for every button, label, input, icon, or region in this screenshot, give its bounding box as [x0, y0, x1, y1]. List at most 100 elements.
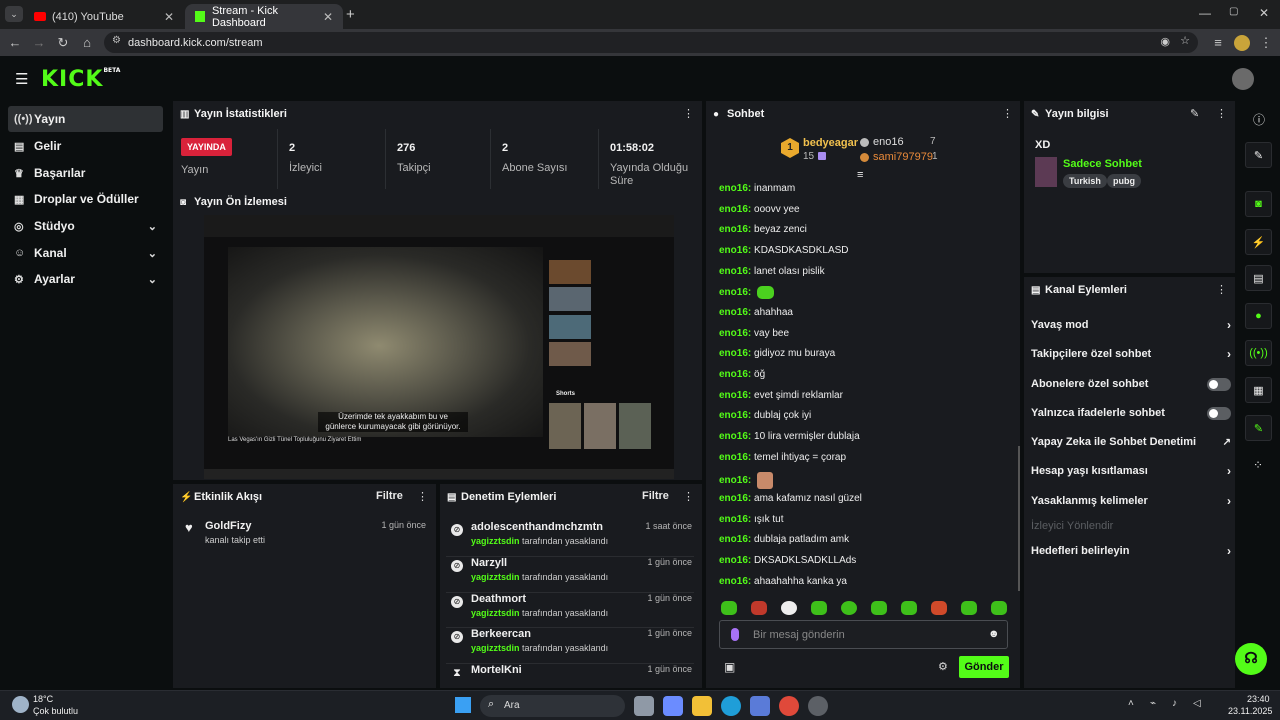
filter-button[interactable]: Filtre [376, 490, 403, 502]
sidebar-item-basarilar[interactable]: ♛ Başarılar [8, 160, 163, 186]
edge-icon[interactable] [721, 696, 741, 716]
support-chat-button[interactable]: ☊ [1235, 643, 1267, 675]
collapse-leaderboard-icon[interactable]: ≡ [857, 169, 863, 181]
eye-off-icon[interactable]: ◉ [1160, 35, 1170, 48]
user-avatar[interactable] [1232, 68, 1254, 90]
back-icon[interactable]: ← [7, 35, 23, 51]
edit-icon[interactable]: ✎ [1190, 107, 1199, 120]
sidebar-item-droplar[interactable]: ▦ Droplar ve Ödüller [8, 186, 163, 212]
network-icon[interactable]: ⌁ [1150, 698, 1156, 709]
emote-icon[interactable] [871, 601, 887, 615]
tab-search-button[interactable]: ⌄ [5, 6, 23, 22]
chat-message[interactable]: eno16: dublaj çok iyi [719, 410, 811, 421]
microphone-icon[interactable]: ♪ [1172, 698, 1177, 709]
task-view-icon[interactable] [634, 696, 654, 716]
chat-message[interactable]: eno16: 10 lira vermişler dublaja [719, 431, 860, 442]
chat-user[interactable]: eno16 [719, 348, 748, 359]
tab-youtube[interactable]: (410) YouTube ✕ [24, 4, 184, 29]
chat-user[interactable]: eno16 [719, 307, 748, 318]
kick-logo[interactable]: KICKBETA [41, 67, 120, 92]
chat-message[interactable]: eno16: ışık tut [719, 514, 783, 525]
browser-menu-icon[interactable]: ⋮ [1258, 35, 1274, 51]
close-icon[interactable]: ✕ [164, 10, 174, 24]
sidebar-item-gelir[interactable]: ▤ Gelir [8, 133, 163, 159]
chat-settings-icon[interactable]: ⚙ [938, 660, 948, 673]
chat-user[interactable]: eno16 [719, 514, 748, 525]
maximize-icon[interactable]: ▢ [1229, 6, 1238, 17]
reload-icon[interactable]: ↻ [55, 35, 71, 51]
chat-message[interactable]: eno16: gidiyoz mu buraya [719, 348, 835, 359]
chat-user[interactable]: eno16 [719, 576, 748, 587]
action-emotes-only[interactable]: Yalnızca ifadelerle sohbet [1031, 404, 1231, 422]
chrome-icon[interactable] [779, 696, 799, 716]
chat-bubble-icon[interactable]: ● [1245, 303, 1272, 329]
store-icon[interactable]: ▣ [724, 660, 735, 674]
clock-time[interactable]: 23:40 [1247, 694, 1270, 704]
chat-message[interactable]: eno16: inanmam [719, 183, 795, 194]
wrench-icon[interactable]: ✎ [1245, 415, 1272, 441]
sidebar-item-ayarlar[interactable]: ⚙ Ayarlar ⌄ [8, 266, 163, 292]
minimize-icon[interactable]: — [1199, 6, 1211, 20]
moderation-row[interactable]: ⊘ Narzyll 1 gün önce yagizztsdin tarafın… [446, 556, 694, 590]
emote-icon[interactable] [781, 601, 797, 615]
chat-message[interactable]: eno16: ama kafamız nasıl güzel [719, 493, 862, 504]
moderation-row[interactable]: ⊘ adolescenthandmchzmtn 1 saat önce yagi… [446, 521, 694, 555]
bolt-icon[interactable]: ⚡ [1245, 229, 1272, 255]
document-icon[interactable]: ▤ [1245, 265, 1272, 291]
app-icon[interactable] [808, 696, 828, 716]
chat-message[interactable]: eno16: DKSADKLSADKLLAds [719, 555, 856, 566]
profile-avatar[interactable] [1234, 35, 1250, 51]
action-followers-only[interactable]: Takipçilere özel sohbet › [1031, 345, 1231, 363]
action-slow-mode[interactable]: Yavaş mod › [1031, 316, 1231, 334]
hamburger-menu-icon[interactable]: ☰ [15, 70, 28, 88]
chat-scrollbar[interactable] [1018, 446, 1020, 591]
chat-message[interactable]: eno16: ahahhaa [719, 307, 793, 318]
emote-icon[interactable] [931, 601, 947, 615]
chat-user[interactable]: eno16 [719, 245, 748, 256]
tab-kick-dashboard[interactable]: Stream - Kick Dashboard ✕ [185, 4, 343, 29]
more-options-icon[interactable]: ⋮ [1216, 107, 1227, 120]
info-icon[interactable]: ⓘ [1253, 111, 1265, 128]
chat-message[interactable]: eno16: beyaz zenci [719, 224, 807, 235]
microphone-icon[interactable] [731, 628, 739, 641]
url-field[interactable]: ⚙ dashboard.kick.com/stream ◉ ☆ [104, 32, 1198, 53]
chat-user[interactable]: eno16 [719, 183, 748, 194]
close-window-icon[interactable]: ✕ [1259, 6, 1269, 20]
site-info-icon[interactable]: ⚙ [112, 35, 121, 46]
moderation-row[interactable]: ⧗ MortelKni 1 gün önce [446, 663, 694, 685]
chat-message[interactable]: eno16: temel ihtiyaç = çorap [719, 452, 846, 463]
edit-layout-icon[interactable]: ✎ [1245, 142, 1272, 168]
chat-user[interactable]: eno16 [719, 493, 748, 504]
emote-icon[interactable] [721, 601, 737, 615]
action-ai-moderation[interactable]: Yapay Zeka ile Sohbet Denetimi ↗ [1031, 433, 1231, 451]
emote-icon[interactable] [991, 601, 1007, 615]
subscribers-only-toggle[interactable] [1207, 377, 1231, 391]
chat-message[interactable]: eno16: [719, 286, 775, 299]
more-options-icon[interactable]: ⋮ [1216, 283, 1227, 296]
broadcast-icon[interactable]: ((•)) [1245, 340, 1272, 366]
chat-message[interactable]: eno16: evet şimdi reklamlar [719, 390, 843, 401]
start-button[interactable] [455, 697, 471, 713]
reading-list-icon[interactable]: ≡ [1210, 35, 1226, 51]
copilot-icon[interactable] [663, 696, 683, 716]
volume-icon[interactable]: ◁ [1193, 698, 1201, 709]
preview-video[interactable]: Üzerimde tek ayakkabım bu ve günlerce ku… [204, 215, 674, 479]
chat-message[interactable]: eno16: ooovv yee [719, 204, 800, 215]
emote-icon[interactable] [961, 601, 977, 615]
tag[interactable]: pubg [1107, 174, 1141, 188]
chat-user[interactable]: eno16 [719, 204, 748, 215]
chat-user[interactable]: eno16 [719, 224, 748, 235]
chat-message[interactable]: eno16: dublaja patladım amk [719, 534, 849, 545]
clock-date[interactable]: 23.11.2025 [1228, 706, 1272, 716]
more-options-icon[interactable]: ⋮ [683, 107, 694, 120]
tray-chevron-icon[interactable]: ˄ [1128, 698, 1134, 709]
chat-user[interactable]: eno16 [719, 410, 748, 421]
action-subscribers-only[interactable]: Abonelere özel sohbet [1031, 375, 1231, 393]
chat-message[interactable]: eno16: [719, 472, 774, 489]
top-gifter-name[interactable]: sami797979 [873, 151, 933, 163]
terminal-icon[interactable]: ▦ [1245, 377, 1272, 403]
store-icon[interactable] [750, 696, 770, 716]
emote-icon[interactable] [901, 601, 917, 615]
more-options-icon[interactable]: ⋮ [683, 490, 694, 503]
chat-message[interactable]: eno16: KDASDKASDKLASD [719, 245, 849, 256]
